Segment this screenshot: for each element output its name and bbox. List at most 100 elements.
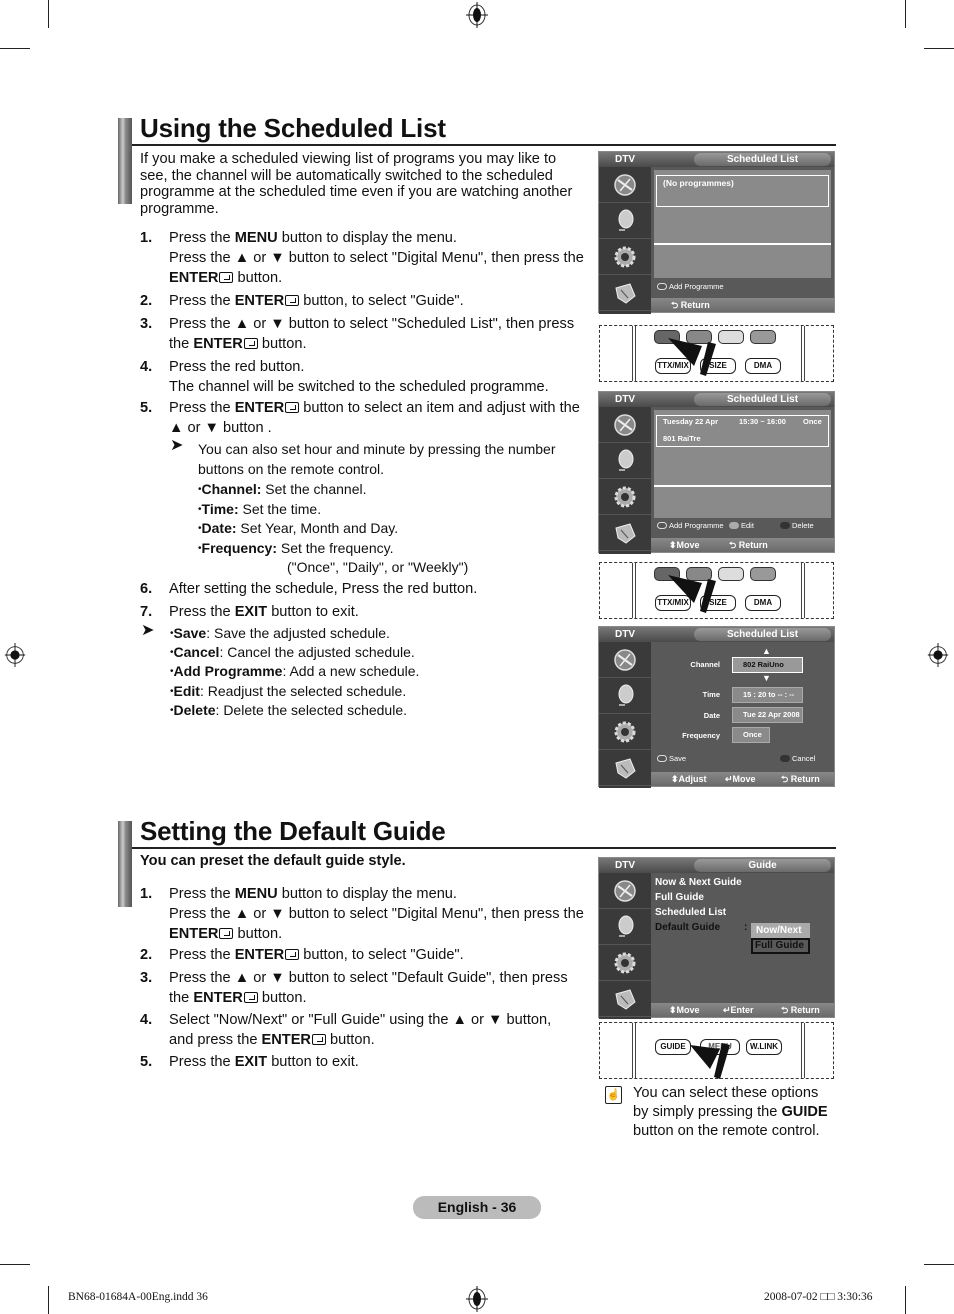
red-button-icon xyxy=(657,522,667,529)
step-item: 5. Press the ENTER button to select an it… xyxy=(140,398,600,438)
sidebar-channel-menu[interactable] xyxy=(599,203,651,239)
time-field[interactable]: 15 : 20 to -- : -- xyxy=(732,687,803,703)
step-text: Press the ENTER button to select an item… xyxy=(169,400,580,436)
step-item: 4. Press the red button. The channel will … xyxy=(140,357,600,397)
field-label-channel: Channel xyxy=(690,660,720,669)
frequency-field[interactable]: Once xyxy=(732,727,770,743)
enter-icon xyxy=(285,295,300,306)
sidebar-picture-menu[interactable] xyxy=(599,642,651,678)
menu-item-full-guide[interactable]: Full Guide xyxy=(655,892,704,903)
setup-menu-icon xyxy=(614,246,636,267)
tv-footer: ⬍Adjust ↵Move ⮌ Return xyxy=(651,772,834,786)
channel-field[interactable]: 802 RaiUno xyxy=(732,657,803,673)
sidebar-channel-menu[interactable] xyxy=(599,678,651,714)
channel-menu-icon xyxy=(618,915,634,937)
registration-mark-icon xyxy=(466,1286,488,1312)
add-programme-button[interactable]: Add Programme xyxy=(657,521,724,531)
crop-mark xyxy=(48,1286,49,1314)
tv-title-tab: Scheduled List xyxy=(694,393,831,406)
bold-keyword: MENU xyxy=(234,886,278,902)
tv-screen-scheduled-list-empty: DTV Scheduled List (No programmes) Add P… xyxy=(598,151,835,314)
entry-time: 15:30 ~ 16:00 xyxy=(739,417,786,426)
return-hint[interactable]: ⮌ Return xyxy=(729,538,768,552)
sidebar-input-menu[interactable] xyxy=(599,981,651,1017)
return-hint[interactable]: ⮌ Return xyxy=(781,772,820,786)
step-text: Press the ENTER button, to select "Guide… xyxy=(169,947,464,963)
tv-color-buttons: Add Programme Edit Delete xyxy=(657,521,830,531)
bold-keyword: ENTER xyxy=(234,293,285,309)
red-button-icon xyxy=(657,755,667,762)
picture-menu-icon xyxy=(614,648,636,671)
guide-button-tip: You can select these options by simply p… xyxy=(633,1085,828,1139)
sidebar-picture-menu[interactable] xyxy=(599,407,651,443)
add-programme-button[interactable]: Add Programme xyxy=(657,282,724,292)
tv-title-tab: Scheduled List xyxy=(694,153,831,166)
remote-red-button-illustration: TTX/MIX SIZE DMA xyxy=(599,562,834,619)
bold-keyword: ENTER xyxy=(234,947,285,963)
step-item: 3. Press the ▲ or ▼ button to select "Def… xyxy=(140,968,600,1008)
bold-keyword: ENTER xyxy=(169,926,219,942)
sidebar-picture-menu[interactable] xyxy=(599,167,651,203)
section-bar xyxy=(118,821,132,907)
sidebar-input-menu[interactable] xyxy=(599,275,651,311)
tv-footer: ⮌ Return xyxy=(651,298,834,312)
input-menu-icon xyxy=(615,988,636,1010)
remote-dma-button[interactable]: DMA xyxy=(745,358,781,374)
bold-keyword: MENU xyxy=(234,230,278,246)
menu-item-now-next-guide[interactable]: Now & Next Guide xyxy=(655,877,742,888)
section-rule xyxy=(132,847,836,849)
field-label-frequency: Frequency xyxy=(682,731,720,740)
tv-sidebar xyxy=(599,642,651,788)
crop-mark xyxy=(905,0,906,28)
save-button[interactable]: Save xyxy=(657,754,686,764)
sidebar-channel-menu[interactable] xyxy=(599,443,651,479)
menu-item-scheduled-list[interactable]: Scheduled List xyxy=(655,907,726,918)
tv-title-tab: Guide xyxy=(694,859,831,872)
sidebar-input-menu[interactable] xyxy=(599,515,651,551)
delete-button[interactable]: Delete xyxy=(780,521,814,531)
step-item: 6. After setting the schedule, Press the … xyxy=(140,579,600,599)
pointer-arrow-icon xyxy=(690,1043,730,1079)
date-field[interactable]: Tue 22 Apr 2008 xyxy=(732,707,803,723)
cancel-button[interactable]: Cancel xyxy=(780,754,815,764)
edit-button[interactable]: Edit xyxy=(729,521,754,531)
bold-keyword: GUIDE xyxy=(781,1104,828,1120)
dtv-label: DTV xyxy=(615,860,635,871)
tv-sidebar xyxy=(599,873,651,1019)
bold-keyword: ENTER xyxy=(193,990,243,1006)
option-full-guide[interactable]: Full Guide xyxy=(751,938,810,954)
input-menu-icon xyxy=(615,522,636,544)
sidebar-setup-menu[interactable] xyxy=(599,239,651,275)
enter-icon xyxy=(243,992,258,1003)
bullet-cancel: Cancel: Cancel the adjusted schedule. xyxy=(170,643,590,662)
remote-guide-button[interactable]: GUIDE xyxy=(655,1039,691,1055)
remote-wlink-button[interactable]: W.LINK xyxy=(746,1039,782,1055)
option-now-next[interactable]: Now/Next xyxy=(751,923,810,938)
entry-day: Tuesday 22 Apr xyxy=(663,417,719,426)
enter-icon xyxy=(285,949,300,960)
sidebar-setup-menu[interactable] xyxy=(599,714,651,750)
list-divider xyxy=(654,243,831,245)
return-hint[interactable]: ⮌ Return xyxy=(781,1003,820,1017)
remote-dma-button[interactable]: DMA xyxy=(745,595,781,611)
sidebar-setup-menu[interactable] xyxy=(599,945,651,981)
remote-red-button-illustration: TTX/MIX SIZE DMA xyxy=(599,325,834,382)
pointer-arrow-icon xyxy=(668,575,716,613)
step-text: Press the EXIT button to exit. xyxy=(169,604,359,620)
setup-menu-icon xyxy=(614,952,636,973)
remote-guide-button-illustration: GUIDE MENU W.LINK xyxy=(599,1022,834,1079)
sidebar-input-menu[interactable] xyxy=(599,750,651,786)
crop-mark xyxy=(0,1264,30,1265)
return-hint[interactable]: ⮌ Return xyxy=(671,298,710,312)
remote-blue-button[interactable] xyxy=(750,330,776,344)
sidebar-channel-menu[interactable] xyxy=(599,909,651,945)
sidebar-setup-menu[interactable] xyxy=(599,479,651,515)
sidebar-picture-menu[interactable] xyxy=(599,873,651,909)
step-text: Press the MENU button to display the men… xyxy=(169,230,584,286)
enter-icon xyxy=(219,272,234,283)
menu-item-default-guide[interactable]: Default Guide xyxy=(655,922,720,933)
remote-blue-button[interactable] xyxy=(750,567,776,581)
tv-title-tab: Scheduled List xyxy=(694,628,831,641)
tv-footer: ⬍Move ⮌ Return xyxy=(651,538,834,552)
bullet-channel: Channel: Set the channel. xyxy=(198,480,598,500)
